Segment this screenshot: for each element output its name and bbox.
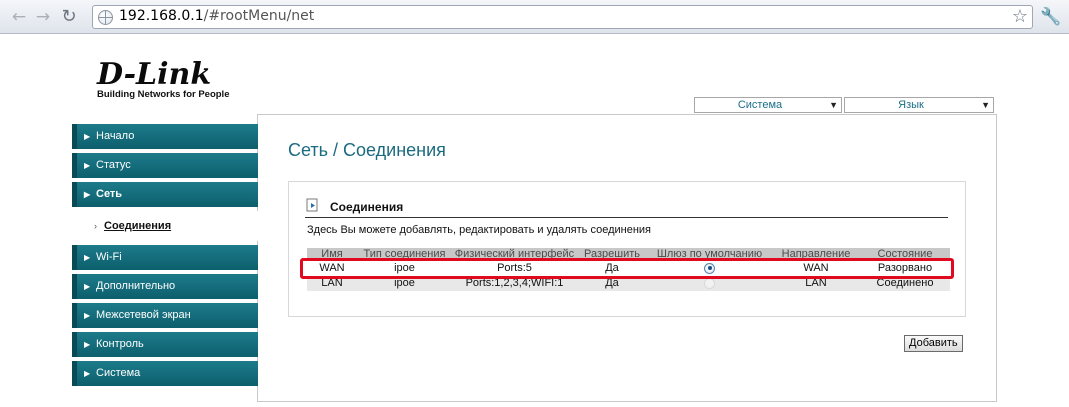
wan-row-highlight <box>300 258 954 279</box>
panel-title: Соединения <box>330 200 404 214</box>
sidebar-item-wifi[interactable]: ▶ Wi-Fi <box>72 245 258 270</box>
default-gateway-radio[interactable] <box>704 277 715 289</box>
triangle-right-icon: ▶ <box>84 369 91 378</box>
triangle-right-icon: ▶ <box>84 282 91 291</box>
language-select[interactable]: Язык ▼ <box>844 97 994 113</box>
back-icon[interactable]: ← <box>8 6 30 28</box>
system-select[interactable]: Система ▼ <box>694 97 842 113</box>
forward-icon[interactable]: → <box>32 6 54 28</box>
dlink-logo: D-Link Building Networks for People <box>97 57 230 101</box>
triangle-right-icon: ▶ <box>84 253 91 262</box>
add-connection-button[interactable]: Добавить <box>904 335 963 352</box>
wrench-icon[interactable]: 🔧 <box>1040 6 1061 28</box>
url-text: 192.168.0.1/#rootMenu/net <box>119 8 315 24</box>
panel-description: Здесь Вы можете добавлять, редактировать… <box>307 224 651 236</box>
triangle-right-icon: ▶ <box>84 132 91 141</box>
divider <box>305 217 948 218</box>
chevron-down-icon: ▼ <box>829 100 838 110</box>
triangle-right-icon: ▶ <box>84 190 91 199</box>
document-arrow-icon <box>306 198 318 212</box>
sidebar-item-system[interactable]: ▶ Система <box>72 361 258 386</box>
sidebar-item-network[interactable]: ▶ Сеть <box>72 182 258 207</box>
sidebar-item-home[interactable]: ▶ Начало <box>72 124 258 149</box>
page-title: Сеть / Соединения <box>288 140 446 160</box>
triangle-right-icon: ▶ <box>84 311 91 320</box>
sidebar-subitem-connections[interactable]: › Соединения <box>72 211 258 241</box>
logo-brand: D-Link <box>97 57 212 92</box>
bookmark-star-icon[interactable]: ☆ <box>1012 6 1028 28</box>
address-bar[interactable]: 192.168.0.1/#rootMenu/net ☆ <box>92 5 1033 29</box>
sidebar-item-status[interactable]: ▶ Статус <box>72 153 258 178</box>
sidebar-item-firewall[interactable]: ▶ Межсетевой экран <box>72 303 258 328</box>
bullet-icon: › <box>94 221 97 231</box>
triangle-right-icon: ▶ <box>84 161 91 170</box>
browser-toolbar: ← → ↻ 192.168.0.1/#rootMenu/net ☆ 🔧 <box>0 0 1069 34</box>
sidebar-item-advanced[interactable]: ▶ Дополнительно <box>72 274 258 299</box>
sidebar-item-control[interactable]: ▶ Контроль <box>72 332 258 357</box>
globe-icon <box>98 10 113 25</box>
reload-icon[interactable]: ↻ <box>58 6 80 28</box>
triangle-right-icon: ▶ <box>84 340 91 349</box>
logo-tagline: Building Networks for People <box>97 89 230 100</box>
sidebar-menu: ▶ Начало ▶ Статус ▶ Сеть › Соединения ▶ … <box>72 124 258 390</box>
chevron-down-icon: ▼ <box>981 100 990 110</box>
